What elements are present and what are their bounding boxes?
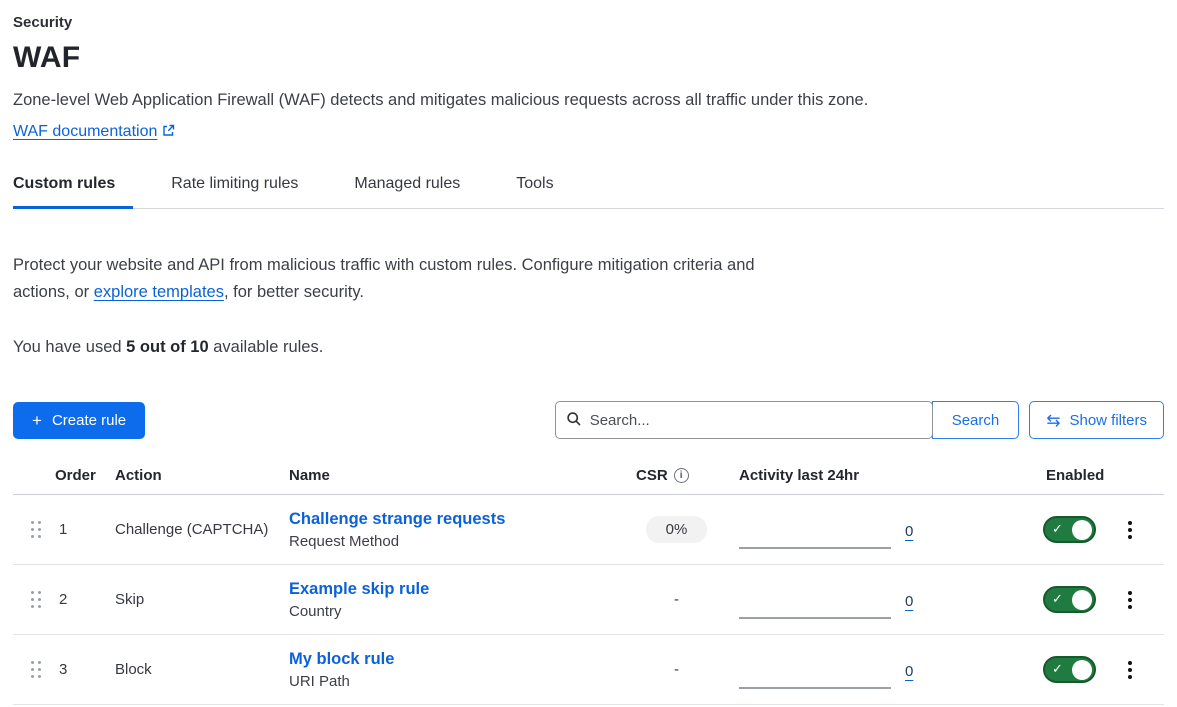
check-icon: ✓ (1052, 591, 1063, 607)
usage-count: 5 out of 10 (126, 338, 209, 356)
rule-name-link[interactable]: My block rule (289, 650, 394, 669)
rules-toolbar: + Create rule Search ⇆ Show filters (13, 401, 1164, 439)
breadcrumb-security: Security (13, 8, 1164, 31)
tab-rate-limiting-rules[interactable]: Rate limiting rules (153, 175, 316, 209)
tab-custom-rules[interactable]: Custom rules (13, 175, 133, 209)
tab-managed-rules[interactable]: Managed rules (336, 175, 478, 209)
rule-order: 1 (55, 521, 115, 538)
create-rule-label: Create rule (52, 412, 126, 429)
rule-action: Challenge (CAPTCHA) (115, 518, 289, 541)
plus-icon: + (32, 412, 42, 429)
toggle-knob (1072, 520, 1092, 540)
row-menu-kebab-icon[interactable] (1124, 657, 1136, 683)
activity-count-link[interactable]: 0 (905, 593, 913, 610)
csr-value: - (674, 661, 679, 678)
usage-prefix: You have used (13, 338, 126, 356)
column-header-activity: Activity last 24hr (714, 467, 1034, 484)
table-row: 2 Skip Example skip rule Country - 0 ✓ (13, 565, 1164, 635)
search-button[interactable]: Search (932, 401, 1020, 439)
tab-bar: Custom rules Rate limiting rules Managed… (13, 175, 1164, 209)
show-filters-label: Show filters (1069, 412, 1147, 429)
enabled-toggle[interactable]: ✓ (1043, 656, 1096, 683)
enabled-toggle[interactable]: ✓ (1043, 516, 1096, 543)
activity-count-link[interactable]: 0 (905, 663, 913, 680)
drag-handle-icon[interactable] (31, 521, 41, 538)
show-filters-button[interactable]: ⇆ Show filters (1029, 401, 1164, 439)
drag-handle-icon[interactable] (31, 661, 41, 678)
custom-rules-table: Order Action Name CSR i Activity last 24… (13, 467, 1164, 705)
column-header-csr: CSR (636, 467, 668, 484)
rule-field: URI Path (289, 673, 619, 690)
search-icon (566, 411, 582, 432)
csr-value: - (674, 591, 679, 608)
row-menu-kebab-icon[interactable] (1124, 517, 1136, 543)
table-header-row: Order Action Name CSR i Activity last 24… (13, 467, 1164, 495)
waf-documentation-link[interactable]: WAF documentation (13, 123, 157, 140)
rule-field: Request Method (289, 533, 619, 550)
usage-summary: You have used 5 out of 10 available rule… (13, 338, 1164, 357)
swap-arrows-icon: ⇆ (1046, 412, 1060, 429)
search-input[interactable] (555, 401, 933, 439)
rule-name-link[interactable]: Example skip rule (289, 580, 429, 599)
rule-order: 2 (55, 591, 115, 608)
table-row: 1 Challenge (CAPTCHA) Challenge strange … (13, 495, 1164, 565)
rule-order: 3 (55, 661, 115, 678)
activity-sparkline (739, 547, 891, 549)
create-rule-button[interactable]: + Create rule (13, 402, 145, 439)
toggle-knob (1072, 590, 1092, 610)
rule-action: Skip (115, 588, 289, 611)
activity-count-link[interactable]: 0 (905, 523, 913, 540)
page-description: Zone-level Web Application Firewall (WAF… (13, 91, 1164, 110)
row-menu-kebab-icon[interactable] (1124, 587, 1136, 613)
external-link-icon (162, 124, 175, 142)
drag-handle-icon[interactable] (31, 591, 41, 608)
intro-text-after: , for better security. (224, 283, 364, 301)
activity-sparkline (739, 617, 891, 619)
csr-badge: 0% (646, 516, 708, 543)
intro-text: Protect your website and API from malici… (13, 252, 758, 306)
enabled-toggle[interactable]: ✓ (1043, 586, 1096, 613)
check-icon: ✓ (1052, 521, 1063, 537)
column-header-order: Order (55, 467, 115, 484)
activity-sparkline (739, 687, 891, 689)
rule-field: Country (289, 603, 619, 620)
check-icon: ✓ (1052, 661, 1063, 677)
explore-templates-link[interactable]: explore templates (94, 283, 224, 301)
column-header-name: Name (289, 467, 619, 484)
usage-suffix: available rules. (209, 338, 324, 356)
table-row: 3 Block My block rule URI Path - 0 ✓ (13, 635, 1164, 705)
page-title: WAF (13, 41, 1164, 75)
rule-action: Block (115, 658, 289, 681)
column-header-enabled: Enabled (1034, 467, 1124, 484)
waf-page: Security WAF Zone-level Web Application … (0, 0, 1177, 705)
tab-tools[interactable]: Tools (498, 175, 571, 209)
toggle-knob (1072, 660, 1092, 680)
column-header-action: Action (115, 467, 289, 484)
info-icon[interactable]: i (674, 468, 689, 483)
rule-name-link[interactable]: Challenge strange requests (289, 510, 505, 529)
